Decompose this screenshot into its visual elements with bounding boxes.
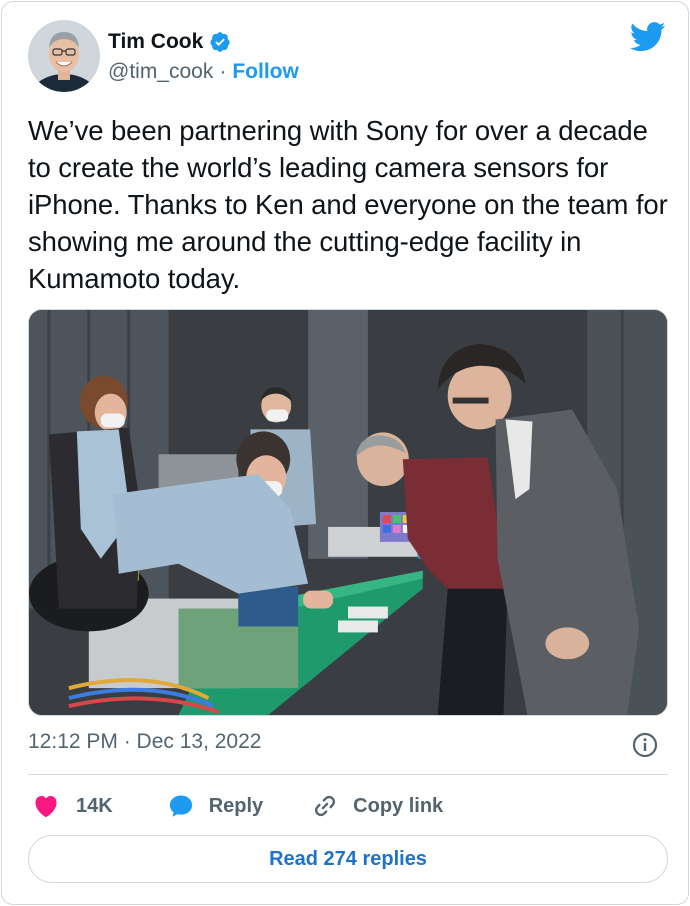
info-icon[interactable]	[632, 732, 658, 758]
twitter-bird-icon[interactable]	[629, 22, 666, 52]
tweet-card: Tim Cook @tim_cook · Follow We’ve been p…	[1, 1, 689, 905]
speech-bubble-icon	[167, 792, 195, 820]
tweet-timestamp[interactable]: 12:12 PM · Dec 13, 2022	[28, 730, 261, 754]
divider	[28, 774, 668, 775]
avatar[interactable]	[28, 20, 100, 92]
tweet-photo[interactable]	[28, 309, 668, 716]
action-bar: 14K Reply Copy link	[32, 790, 443, 822]
tweet-text: We’ve been partnering with Sony for over…	[28, 115, 668, 294]
like-button[interactable]: 14K	[32, 792, 113, 820]
link-icon	[311, 792, 339, 820]
author-name-row: Tim Cook	[108, 30, 231, 54]
read-replies-button[interactable]: Read 274 replies	[28, 835, 668, 883]
like-count: 14K	[76, 794, 113, 817]
reply-label: Reply	[208, 794, 264, 817]
author-display-name[interactable]: Tim Cook	[108, 30, 203, 54]
author-handle[interactable]: @tim_cook	[108, 60, 213, 84]
reply-button[interactable]: Reply	[153, 792, 263, 820]
follow-button[interactable]: Follow	[232, 60, 299, 84]
copy-link-button[interactable]: Copy link	[297, 792, 443, 820]
copy-link-label: Copy link	[353, 794, 444, 817]
author-handle-row: @tim_cook · Follow	[108, 60, 299, 84]
verified-badge-icon	[209, 31, 231, 53]
separator-dot: ·	[219, 60, 227, 83]
heart-icon	[32, 792, 60, 820]
